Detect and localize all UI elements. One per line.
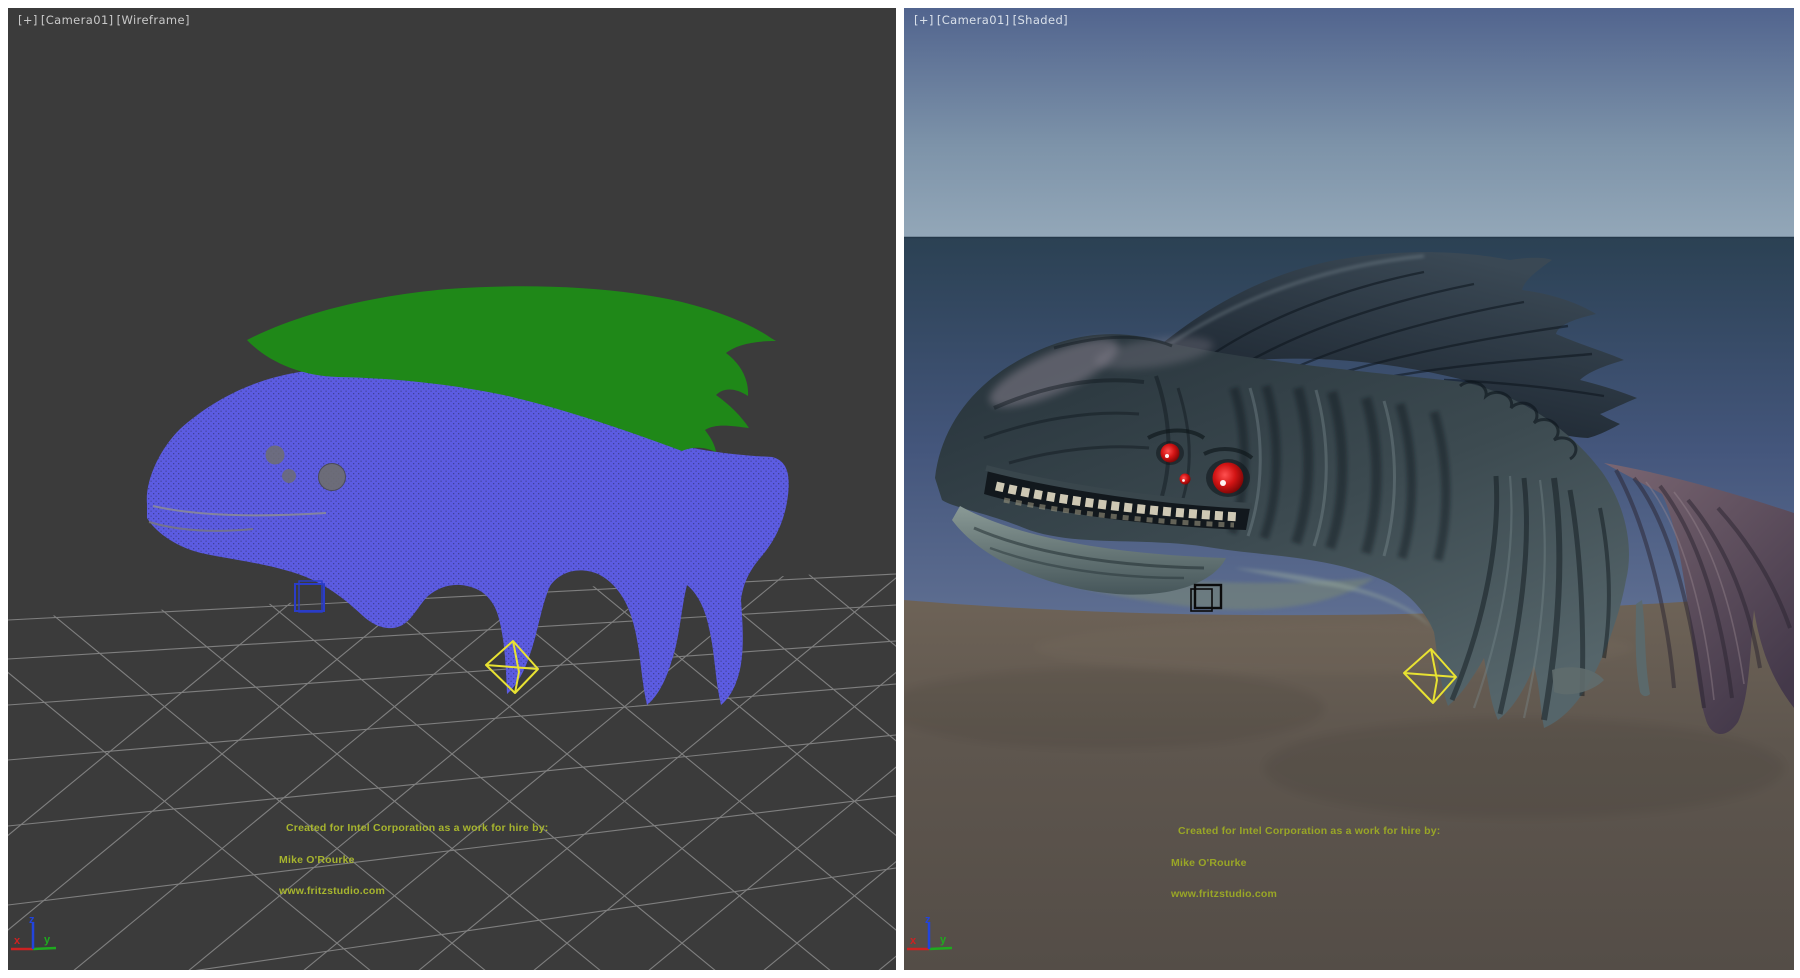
z-axis-label: z [925, 914, 931, 926]
y-axis-label: y [940, 934, 947, 946]
eye-spot-tiny [282, 469, 296, 483]
viewport-menu-general[interactable]: [+] [18, 13, 38, 27]
ground-shadow-patch [1264, 718, 1784, 818]
viewport-menu-general[interactable]: [+] [914, 13, 934, 27]
x-axis-label: x [14, 935, 21, 947]
y-axis-line [929, 948, 952, 949]
eye-highlight [1220, 480, 1226, 486]
eye-highlight [1182, 479, 1185, 482]
viewport-menu-shading[interactable]: [Wireframe] [117, 13, 190, 27]
credit-line: Created for Intel Corporation as a work … [279, 823, 548, 834]
x-axis-label: x [910, 935, 917, 947]
credit-line: Mike O'Rourke [1171, 858, 1440, 869]
red-eye-large [1213, 463, 1244, 494]
credit-line: Created for Intel Corporation as a work … [1171, 826, 1440, 837]
credit-text-wireframe: Created for Intel Corporation as a work … [279, 802, 548, 918]
world-axis-gizmo: x y z [904, 913, 974, 963]
viewport-menu-shading[interactable]: [Shaded] [1013, 13, 1068, 27]
viewport-wireframe[interactable]: [+] [Camera01] [Wireframe] Created for I… [8, 8, 896, 970]
y-axis-line [33, 948, 56, 949]
z-axis-label: z [29, 914, 35, 926]
viewport-menu-pov[interactable]: [Camera01] [937, 13, 1010, 27]
y-axis-label: y [44, 934, 51, 946]
ground-shadow-patch [904, 668, 1324, 748]
viewport-menu-pov[interactable]: [Camera01] [41, 13, 114, 27]
eye-spot-large [319, 464, 346, 491]
credit-line: www.fritzstudio.com [1171, 889, 1440, 900]
world-axis-gizmo: x y z [8, 913, 78, 963]
sky-gradient [904, 8, 1794, 237]
eye-highlight [1165, 454, 1169, 458]
credit-text-shaded: Created for Intel Corporation as a work … [1171, 805, 1440, 921]
viewport-label-right: [+] [Camera01] [Shaded] [914, 13, 1068, 27]
viewport-shaded[interactable]: [+] [Camera01] [Shaded] Created for Inte… [904, 8, 1794, 970]
credit-line: www.fritzstudio.com [279, 886, 548, 897]
eye-spot-small [266, 446, 285, 465]
credit-line: Mike O'Rourke [279, 855, 548, 866]
viewport-label-left: [+] [Camera01] [Wireframe] [18, 13, 190, 27]
red-eye-small [1180, 474, 1191, 485]
red-eye-medium [1161, 444, 1180, 463]
